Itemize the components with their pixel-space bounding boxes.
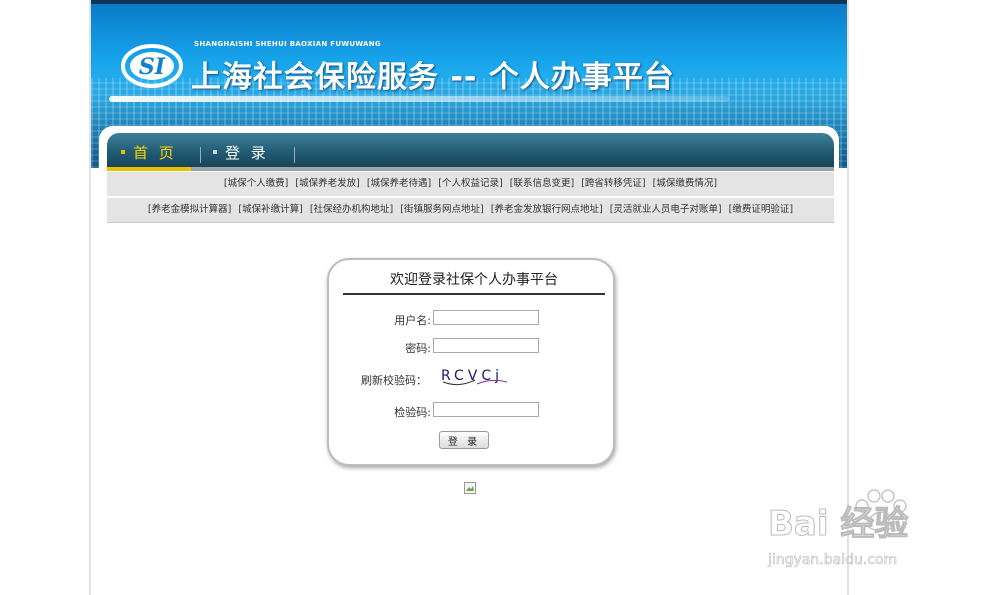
broken-image-icon	[464, 482, 476, 494]
logo-text: SI	[139, 54, 166, 80]
nav-active-underline	[107, 167, 191, 171]
nav-bottom-strip	[191, 167, 834, 171]
link-back-payment-calc[interactable]: [城保补缴计算]	[238, 204, 302, 215]
login-button[interactable]: 登 录	[439, 431, 489, 449]
link-flexible-statement[interactable]: [灵活就业人员电子对账单]	[610, 204, 722, 215]
site-pinyin: SHANGHAISHI SHEHUI BAOXIAN FUWUWANG	[194, 40, 381, 48]
watermark-url: jingyan.baidu.com	[768, 552, 898, 569]
username-label: 用户名:	[394, 314, 431, 327]
link-transfer-certificate[interactable]: [跨省转移凭证]	[581, 178, 645, 189]
quick-links-row-1: [城保个人缴费] [城保养老发放] [城保养老待遇] [个人权益记录] [联系信…	[107, 172, 834, 197]
link-contact-info-change[interactable]: [联系信息变更]	[510, 178, 574, 189]
password-label: 密码:	[405, 342, 431, 355]
link-city-personal-payment[interactable]: [城保个人缴费]	[224, 178, 288, 189]
main-nav: 首 页 登 录	[107, 133, 834, 171]
quick-links-row-2: [养老金模拟计算器] [城保补缴计算] [社保经办机构地址] [街镇服务网点地址…	[107, 198, 834, 223]
nav-item-home[interactable]: 首 页	[121, 142, 177, 164]
username-input[interactable]	[433, 310, 539, 325]
nav-separator	[294, 147, 295, 163]
link-payment-proof-verify[interactable]: [缴费证明验证]	[729, 204, 793, 215]
login-panel: 欢迎登录社保个人办事平台 用户名: 密码: 刷新校验码： RCVCj 检验码: …	[327, 258, 615, 466]
nav-home-label: 首 页	[133, 144, 177, 162]
verify-code-input[interactable]	[433, 402, 539, 417]
link-city-pension-issue[interactable]: [城保养老发放]	[295, 178, 359, 189]
watermark-brand: Bai 经验	[767, 504, 909, 545]
link-city-payment-status[interactable]: [城保缴费情况]	[653, 178, 717, 189]
nav-login-label: 登 录	[225, 144, 269, 162]
link-bank-branch-address[interactable]: [养老金发放银行网点地址]	[491, 204, 603, 215]
password-input[interactable]	[433, 338, 539, 353]
link-pension-calculator[interactable]: [养老金模拟计算器]	[148, 204, 231, 215]
banner-top-line	[91, 0, 847, 4]
verify-code-label: 检验码:	[394, 406, 431, 419]
nav-separator	[200, 147, 201, 163]
captcha-image[interactable]: RCVCj	[439, 364, 513, 388]
link-personal-rights-record[interactable]: [个人权益记录]	[438, 178, 502, 189]
banner-glow-line	[109, 96, 729, 102]
site-title: 上海社会保险服务 -- 个人办事平台	[191, 60, 675, 95]
nav-item-login[interactable]: 登 录	[213, 142, 269, 164]
captcha-refresh-label[interactable]: 刷新校验码：	[361, 372, 427, 388]
link-city-pension-benefits[interactable]: [城保养老待遇]	[367, 178, 431, 189]
link-agency-address[interactable]: [社保经办机构地址]	[310, 204, 393, 215]
si-logo-icon: SI	[121, 44, 183, 88]
login-title: 欢迎登录社保个人办事平台	[343, 269, 605, 295]
bullet-icon	[213, 149, 217, 154]
link-service-point-address[interactable]: [街镇服务网点地址]	[400, 204, 483, 215]
page-container: SI SHANGHAISHI SHEHUI BAOXIAN FUWUWANG 上…	[89, 0, 849, 595]
bullet-icon	[121, 149, 125, 154]
